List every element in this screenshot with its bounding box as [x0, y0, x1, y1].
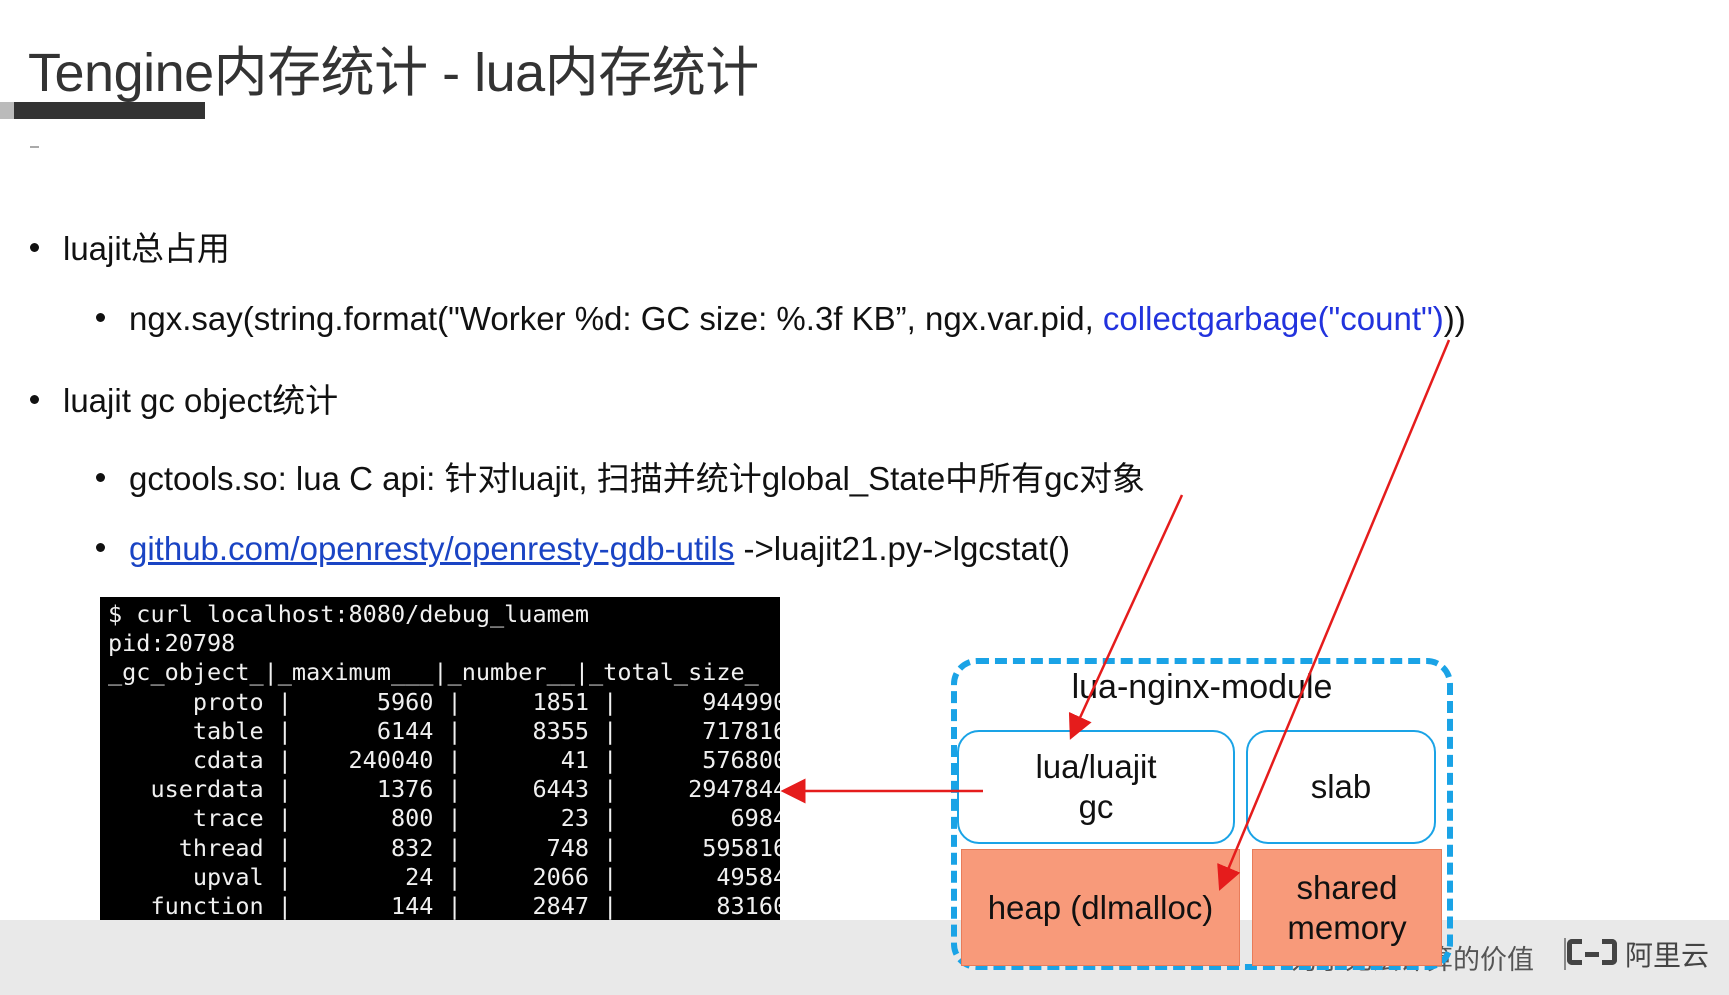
heap-label: heap (dlmalloc): [987, 888, 1214, 926]
collectgarbage-call: collectgarbage("count"): [1102, 300, 1444, 337]
bullet-ngx-say: ngx.say(string.format("Worker %d: GC siz…: [96, 300, 1466, 338]
aliyun-logo: 阿里云: [1566, 934, 1709, 974]
bullet-dot: [30, 242, 39, 252]
title-underline-bar: [0, 102, 205, 119]
bullet-dot: [96, 312, 105, 322]
terminal-line: pid:20798: [108, 629, 236, 658]
terminal-line: trace | 800 | 23 | 6984: [108, 804, 780, 833]
terminal-line: userdata | 1376 | 6443 | 2947844: [108, 775, 780, 804]
aliyun-logo-icon: [1566, 939, 1617, 969]
footer: 为了无法计算的价值 阿里云: [0, 920, 1729, 995]
terminal-line: upval | 24 | 2066 | 49584: [108, 862, 780, 891]
heap-dlmalloc-box: heap (dlmalloc): [961, 849, 1240, 966]
lua-nginx-module-label: lua-nginx-module: [1071, 668, 1333, 706]
bullet-dot: [96, 472, 105, 482]
code-suffix: )): [1443, 300, 1466, 337]
terminal-line: $ curl localhost:8080/debug_luamem: [108, 600, 590, 628]
terminal-line: function | 144 | 2847 | 83160: [108, 892, 780, 921]
shared-memory-label: shared memory: [1287, 868, 1407, 946]
terminal-line: _gc_object_|_maximum___|_number__|_total…: [108, 658, 759, 687]
code-prefix: ngx.say(string.format("Worker %d: GC siz…: [129, 300, 1103, 337]
bullet-luajit-total: luajit总占用: [30, 222, 230, 270]
terminal-line: proto | 5960 | 1851 | 944990: [108, 687, 780, 716]
openresty-gdb-utils-link[interactable]: github.com/openresty/openresty-gdb-utils: [129, 530, 734, 567]
terminal-line: cdata | 240040 | 41 | 576800: [108, 746, 780, 775]
bullet-gctools: gctools.so: lua C api: 针对luajit, 扫描并统计gl…: [96, 452, 1145, 500]
shared-memory-box: shared memory: [1252, 849, 1442, 966]
bullet-dot: [30, 394, 39, 404]
bullet-text: luajit总占用: [63, 230, 230, 267]
aliyun-brand-text: 阿里云: [1624, 940, 1709, 971]
luajit-gc-box: lua/luajit gc: [957, 730, 1235, 844]
bullet-dot: [96, 542, 105, 552]
terminal-line: thread | 832 | 748 | 595816: [108, 833, 780, 862]
bullet-text: gctools.so: lua C api: 针对luajit, 扫描并统计gl…: [129, 460, 1146, 497]
bullet-text: luajit gc object统计: [63, 382, 339, 419]
slab-box: slab: [1246, 730, 1436, 844]
bullet-suffix: ->luajit21.py->lgcstat(): [734, 530, 1070, 567]
title-dash: [30, 146, 39, 148]
title-underline-accent: [0, 102, 14, 119]
footer-separator: [1564, 938, 1566, 970]
bullet-gc-object: luajit gc object统计: [30, 374, 338, 422]
luajit-gc-label: lua/luajit gc: [1035, 748, 1157, 825]
slide-title: Tengine内存统计 - lua内存统计: [28, 43, 759, 103]
slab-label: slab: [1310, 768, 1372, 805]
terminal-line: table | 6144 | 8355 | 717816: [108, 716, 780, 745]
bullet-gdb-utils: github.com/openresty/openresty-gdb-utils…: [96, 530, 1070, 568]
